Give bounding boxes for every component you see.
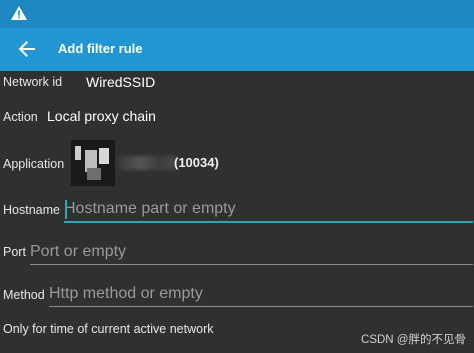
- action-label: Action: [3, 110, 38, 124]
- status-bar: [0, 0, 474, 28]
- port-input[interactable]: [30, 239, 473, 264]
- network-id-value[interactable]: WiredSSID: [86, 74, 155, 90]
- method-input[interactable]: [49, 281, 473, 306]
- warning-icon: [11, 6, 27, 20]
- network-id-label: Network id: [3, 75, 63, 89]
- app-icon[interactable]: [71, 140, 115, 186]
- hostname-field-container: [64, 197, 473, 223]
- hostname-label: Hostname: [3, 203, 60, 217]
- text-cursor: [65, 200, 67, 219]
- app-name-blurred: [118, 156, 176, 170]
- network-scope-note: Only for time of current active network: [3, 322, 214, 336]
- page-title: Add filter rule: [58, 41, 143, 56]
- app-uid: (10034): [174, 155, 219, 170]
- action-value[interactable]: Local proxy chain: [47, 108, 156, 124]
- watermark: CSDN @胖的不见骨: [361, 334, 466, 346]
- application-label: Application: [3, 157, 65, 171]
- arrow-left-icon: [18, 41, 35, 57]
- hostname-input[interactable]: [64, 197, 473, 221]
- port-label: Port: [3, 245, 26, 259]
- method-label: Method: [3, 288, 45, 302]
- method-field-container: [49, 281, 473, 307]
- app-bar: Add filter rule: [0, 28, 474, 71]
- port-field-container: [30, 239, 473, 265]
- back-button[interactable]: [14, 36, 40, 62]
